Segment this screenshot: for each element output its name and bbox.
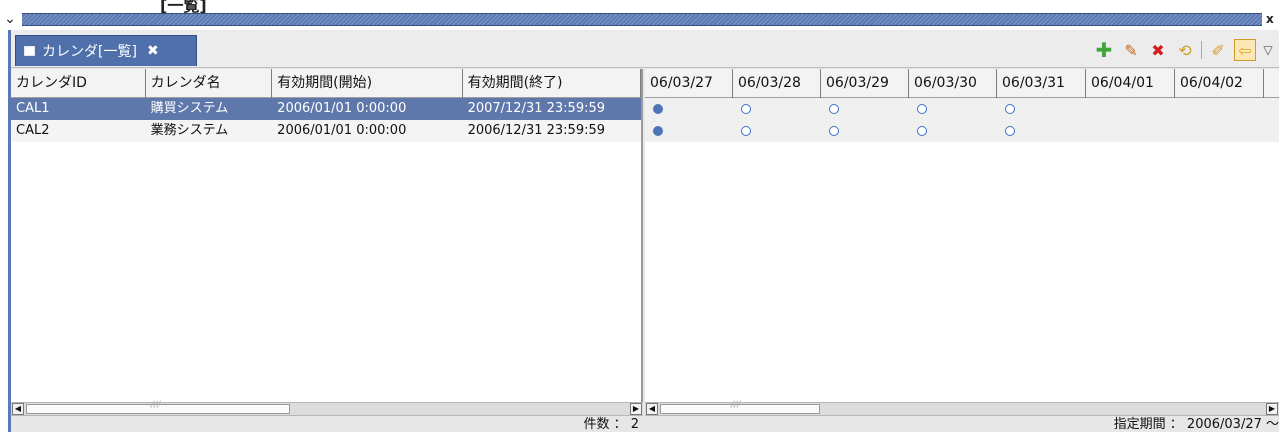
tab-bar: カレンダ[一覧] ✖ ✚ ✎ ✖ ⟲ ✐ ⇦ ▽: [11, 30, 1279, 68]
open-circle-icon: [829, 104, 839, 114]
cell-name: 購買システム: [150, 101, 229, 116]
column-header-more: [1264, 69, 1279, 98]
copy-icon[interactable]: ⟲: [1174, 39, 1196, 61]
table-row[interactable]: CAL1 購買システム 2006/01/01 0:00:00 2007/12/3…: [11, 98, 641, 120]
scroll-left-arrow[interactable]: ◀: [646, 403, 658, 415]
column-header-date[interactable]: 06/03/30: [909, 69, 997, 98]
calendar-table: カレンダID カレンダ名 有効期間(開始) 有効期間(終了) CAL1 購買シス…: [11, 69, 643, 402]
column-header-date[interactable]: 06/04/01: [1086, 69, 1175, 98]
title-strip: [一覧] ⌄ x: [0, 0, 1279, 30]
open-circle-icon: [829, 126, 839, 136]
schedule-horizontal-scrollbar[interactable]: ◀ /// ▶: [645, 400, 1279, 416]
schedule-cell: [1175, 98, 1264, 120]
toolbar-separator: [1201, 41, 1202, 59]
open-circle-icon: [917, 104, 927, 114]
schedule-cell: [821, 120, 909, 142]
cell-id: CAL1: [16, 101, 50, 116]
tab-calendar-list[interactable]: カレンダ[一覧] ✖: [15, 35, 197, 66]
schedule-cell: [733, 98, 821, 120]
schedule-row[interactable]: [645, 98, 1279, 120]
cell-name: 業務システム: [150, 123, 229, 138]
pencil-icon[interactable]: ✐: [1207, 39, 1229, 61]
column-header-date[interactable]: 06/03/29: [821, 69, 909, 98]
schedule-cell: [1175, 120, 1264, 142]
column-header-date[interactable]: 06/03/28: [733, 69, 821, 98]
open-circle-icon: [741, 104, 751, 114]
cell-start: 2006/01/01 0:00:00: [277, 101, 407, 116]
scroll-right-arrow[interactable]: ▶: [630, 403, 642, 415]
cell-id: CAL2: [16, 123, 50, 138]
schedule-cell: [909, 120, 997, 142]
schedule-row[interactable]: [645, 120, 1279, 142]
delete-icon[interactable]: ✖: [1147, 39, 1169, 61]
schedule-cell: [733, 120, 821, 142]
open-circle-icon: [741, 126, 751, 136]
filled-circle-icon: [653, 104, 663, 114]
column-header-start[interactable]: 有効期間(開始): [272, 69, 463, 98]
open-circle-icon: [1005, 126, 1015, 136]
open-circle-icon: [1005, 104, 1015, 114]
schedule-cell: [909, 98, 997, 120]
view-icon: [24, 46, 35, 56]
schedule-table-header: 06/03/27 06/03/28 06/03/29 06/03/30 06/0…: [645, 69, 1279, 98]
column-header-id[interactable]: カレンダID: [11, 69, 146, 98]
title-bar: [22, 13, 1262, 26]
calendar-table-header: カレンダID カレンダ名 有効期間(開始) 有効期間(終了): [11, 69, 641, 98]
schedule-cell: [821, 98, 909, 120]
tab-label: カレンダ[一覧]: [42, 44, 137, 60]
record-count: 件数 ： 2: [583, 417, 639, 432]
calendar-horizontal-scrollbar[interactable]: ◀ /// ▶: [11, 400, 643, 416]
schedule-cell: [1086, 120, 1175, 142]
filled-circle-icon: [653, 126, 663, 136]
add-icon[interactable]: ✚: [1093, 38, 1115, 62]
table-row[interactable]: CAL2 業務システム 2006/01/01 0:00:00 2006/12/3…: [11, 120, 641, 142]
column-header-date[interactable]: 06/03/27: [645, 69, 733, 98]
back-arrow-icon[interactable]: ⇦: [1234, 39, 1256, 61]
column-header-end[interactable]: 有効期間(終了): [463, 69, 641, 98]
cell-end: 2007/12/31 23:59:59: [467, 101, 606, 116]
chevron-down-icon[interactable]: ⌄: [0, 11, 20, 27]
toolbar: ✚ ✎ ✖ ⟲ ✐ ⇦ ▽: [1093, 38, 1275, 62]
view-menu-icon[interactable]: ▽: [1261, 39, 1275, 61]
schedule-cell: [997, 98, 1086, 120]
column-header-name[interactable]: カレンダ名: [146, 69, 273, 98]
schedule-cell: [645, 120, 733, 142]
scroll-grip: ///: [151, 400, 161, 410]
schedule-table: 06/03/27 06/03/28 06/03/29 06/03/30 06/0…: [645, 69, 1279, 402]
scroll-grip: ///: [731, 400, 741, 410]
schedule-cell: [1086, 98, 1175, 120]
cell-end: 2006/12/31 23:59:59: [467, 123, 606, 138]
close-icon[interactable]: x: [1266, 12, 1274, 26]
scroll-left-arrow[interactable]: ◀: [12, 403, 24, 415]
scroll-right-arrow[interactable]: ▶: [1266, 403, 1278, 415]
column-header-date[interactable]: 06/04/02: [1175, 69, 1264, 98]
close-tab-icon[interactable]: ✖: [147, 43, 159, 59]
period-text: 指定期間 ： 2006/03/27 ～: [1113, 417, 1279, 432]
column-header-date[interactable]: 06/03/31: [997, 69, 1086, 98]
schedule-cell: [997, 120, 1086, 142]
cell-start: 2006/01/01 0:00:00: [277, 123, 407, 138]
edit-icon[interactable]: ✎: [1120, 39, 1142, 61]
open-circle-icon: [917, 126, 927, 136]
schedule-cell: [645, 98, 733, 120]
main-panel: カレンダ[一覧] ✖ ✚ ✎ ✖ ⟲ ✐ ⇦ ▽ カレンダID カレンダ名 有効…: [8, 30, 1279, 432]
